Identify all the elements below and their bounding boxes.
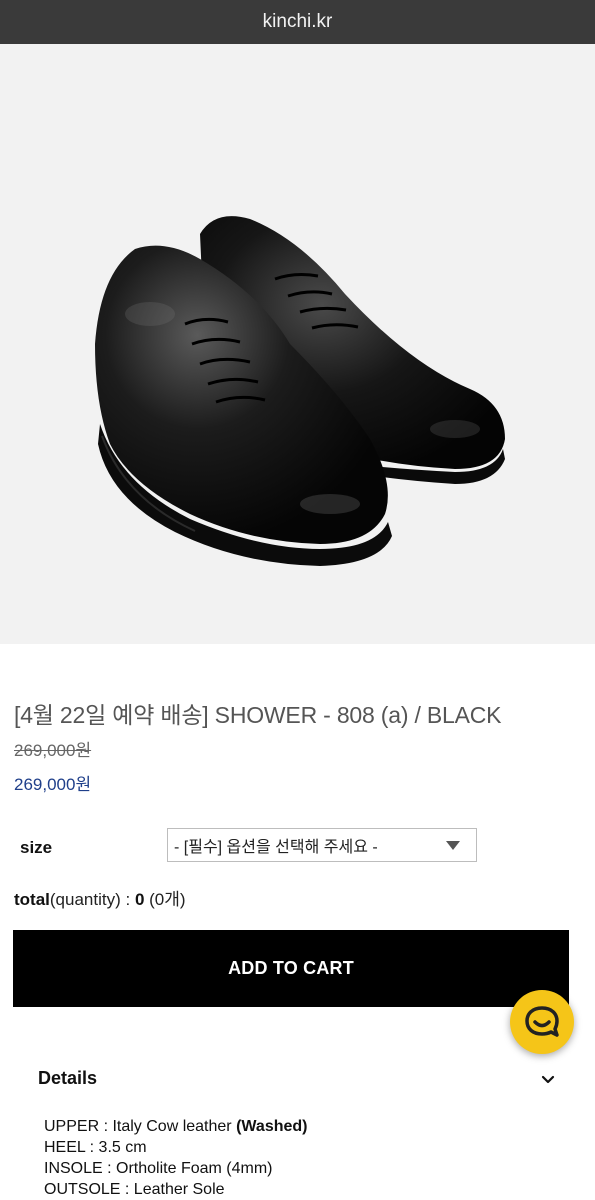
total-amount: 0 <box>134 890 145 909</box>
add-to-cart-label: ADD TO CART <box>228 958 354 978</box>
shoes-illustration <box>95 216 505 566</box>
size-select-value: - [필수] 옵션을 선택해 주세요 - <box>174 839 378 856</box>
caret-down-icon <box>446 841 460 850</box>
site-domain[interactable]: kinchi.kr <box>263 11 333 33</box>
total-label: total <box>14 890 50 909</box>
add-to-cart-button[interactable]: ADD TO CART <box>13 930 569 1007</box>
size-select[interactable]: - [필수] 옵션을 선택해 주세요 - <box>167 828 477 862</box>
chevron-down-icon[interactable] <box>540 1072 556 1088</box>
spec-heel: HEEL : 3.5 cm <box>44 1139 147 1156</box>
chat-smile-icon <box>525 1006 559 1037</box>
product-title: [4월 22일 예약 배송] SHOWER - 808 (a) / BLACK <box>14 702 502 728</box>
spec-outsole: OUTSOLE : Leather Sole <box>44 1181 225 1198</box>
original-price: 269,000원 <box>14 741 92 760</box>
chat-button[interactable] <box>510 990 574 1054</box>
spec-upper-bold: (Washed) <box>236 1118 308 1135</box>
total-summary: total(quantity) : 0 (0개) <box>14 885 186 910</box>
product-image[interactable] <box>0 44 595 644</box>
total-count: (0개) <box>149 890 186 909</box>
sale-price: 269,000원 <box>14 775 92 794</box>
spec-upper: UPPER : Italy Cow leather (Washed) <box>44 1118 307 1136</box>
top-bar: kinchi.kr <box>0 0 595 44</box>
spec-upper-text: UPPER : Italy Cow leather <box>44 1118 237 1135</box>
details-heading[interactable]: Details <box>38 1068 97 1089</box>
size-label: size <box>20 838 53 857</box>
total-qty-label: (quantity) : <box>49 890 135 909</box>
spec-insole: INSOLE : Ortholite Foam (4mm) <box>44 1160 273 1177</box>
